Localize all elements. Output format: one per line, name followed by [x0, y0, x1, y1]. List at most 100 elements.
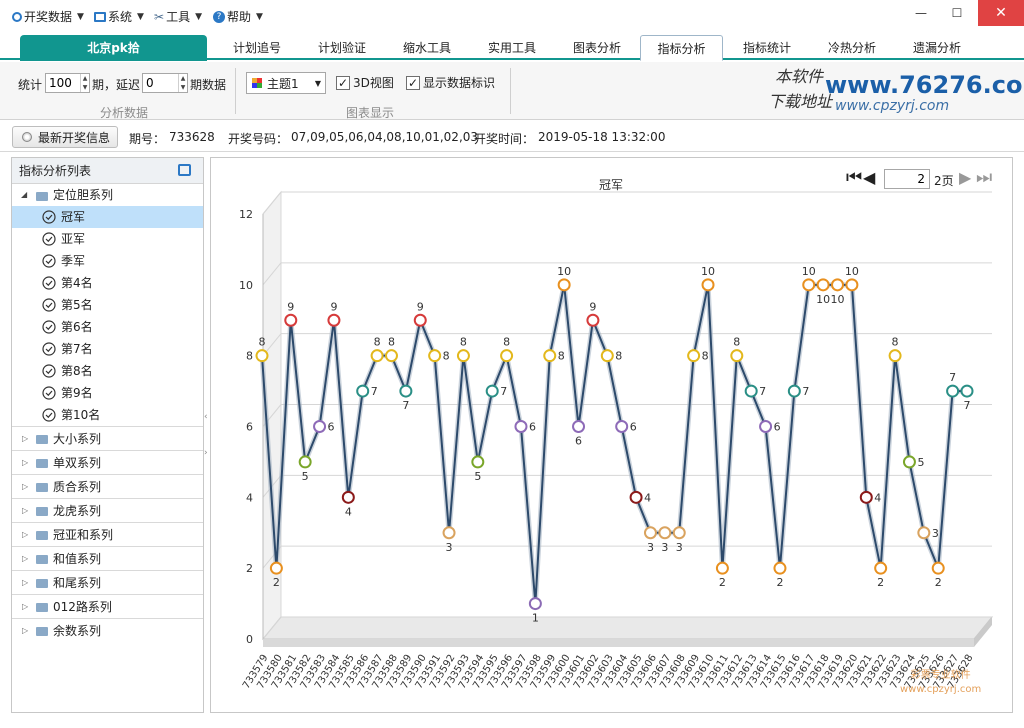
collapsed-triangle-icon: ▷ [22, 602, 29, 611]
tree-series-group[interactable]: ▷ 大小系列 [12, 426, 203, 450]
spin-down-icon[interactable]: ▼ [81, 83, 89, 92]
menu-tools[interactable]: ✂ 工具 ▼ [154, 8, 202, 26]
first-page-button[interactable]: ⏮ [846, 168, 862, 188]
watermark-line1: 彩票专业软件 [910, 670, 971, 681]
theme-select[interactable]: 主题1 ▼ [246, 72, 326, 94]
tree-series-group[interactable]: ▷ 单双系列 [12, 450, 203, 474]
chevron-right-icon[interactable]: › [204, 448, 208, 458]
tab-home[interactable]: 北京pk拾 [20, 35, 207, 61]
tree-series-label: 质合系列 [53, 480, 102, 494]
menu-open-data[interactable]: 开奖数据 ▼ [12, 8, 84, 26]
close-icon: ✕ [995, 5, 1007, 21]
tree-series-group[interactable]: ▷ 012路系列 [12, 594, 203, 618]
data-point [370, 349, 384, 363]
data-point [802, 278, 816, 292]
tree-item[interactable]: 第6名 [12, 316, 203, 338]
data-point [629, 490, 643, 504]
period-delay-label: 期，延迟 [92, 78, 141, 92]
data-label: 10 [816, 293, 830, 306]
data-point [773, 561, 787, 575]
data-point [313, 420, 327, 433]
data-point [715, 561, 729, 575]
data-label: 6 [630, 421, 637, 434]
menu-system[interactable]: 系统 ▼ [94, 8, 144, 26]
data-label: 8 [443, 350, 450, 363]
tree-item-label: 第5名 [61, 298, 93, 312]
data-label: 2 [273, 576, 280, 589]
tab-plan-chase[interactable]: 计划追号 [220, 35, 294, 61]
menu-help[interactable]: ? 帮助 ▼ [213, 8, 263, 26]
tab-plan-verify[interactable]: 计划验证 [305, 35, 379, 61]
latest-draw-button[interactable]: 最新开奖信息 [12, 126, 118, 148]
tree-series-group[interactable]: ▷ 龙虎系列 [12, 498, 203, 522]
tree-group-position[interactable]: ◢ 定位胆系列 [12, 184, 203, 206]
tree-item[interactable]: 第9名 [12, 382, 203, 404]
data-point [917, 526, 931, 540]
stat-periods-input[interactable] [46, 74, 81, 92]
data-point [816, 278, 830, 292]
tree-series-group[interactable]: ▷ 冠亚和系列 [12, 522, 203, 546]
tree-series-label: 龙虎系列 [53, 504, 102, 518]
chevron-down-icon: ▼ [137, 12, 144, 22]
tree-series-group[interactable]: ▷ 和尾系列 [12, 570, 203, 594]
stat-periods-stepper[interactable]: ▲▼ [45, 73, 90, 93]
data-label: 3 [932, 527, 939, 540]
data-point [744, 384, 758, 398]
copy-icon[interactable] [178, 164, 191, 176]
data-point [384, 349, 398, 363]
tab-omission[interactable]: 遗漏分析 [900, 35, 974, 61]
collapsed-triangle-icon: ▷ [22, 554, 29, 563]
collapsed-triangle-icon: ▷ [22, 434, 29, 443]
view3d-checkbox[interactable]: ✓ 3D视图 [336, 74, 394, 91]
delay-input[interactable] [143, 74, 179, 92]
data-label: 6 [774, 421, 781, 434]
tab-indicator-stats[interactable]: 指标统计 [730, 35, 804, 61]
draw-time-value: 2019-05-18 13:32:00 [538, 130, 666, 144]
prev-page-button[interactable]: ◀ [863, 168, 875, 188]
tree-item[interactable]: 第10名 [12, 404, 203, 426]
watermark: 彩票专业软件 www.cpzyrj.com [900, 669, 981, 697]
tree-item[interactable]: 第8名 [12, 360, 203, 382]
spin-up-icon[interactable]: ▲ [81, 74, 89, 83]
data-point [413, 313, 427, 327]
menu-help-label: 帮助 [227, 10, 252, 24]
spin-down-icon[interactable]: ▼ [179, 83, 187, 92]
tab-hot-cold[interactable]: 冷热分析 [815, 35, 889, 61]
page-number-input[interactable] [884, 169, 930, 189]
data-point [946, 384, 960, 398]
tree-item[interactable]: 季军 [12, 250, 203, 272]
tree-series-label: 和值系列 [53, 552, 102, 566]
last-page-button[interactable]: ⏭ [976, 168, 992, 188]
tab-utility[interactable]: 实用工具 [475, 35, 549, 61]
data-label: 2 [935, 576, 942, 589]
tree-item[interactable]: 冠军 [12, 206, 203, 228]
tree-item[interactable]: 第7名 [12, 338, 203, 360]
menu-system-label: 系统 [108, 10, 133, 24]
close-button[interactable]: ✕ [978, 0, 1024, 26]
show-labels-checkbox[interactable]: ✓ 显示数据标识 [406, 74, 495, 91]
y-tick-label: 6 [246, 421, 253, 434]
folder-icon [36, 555, 48, 564]
spin-up-icon[interactable]: ▲ [179, 74, 187, 83]
maximize-button[interactable]: ☐ [940, 0, 974, 26]
tab-indicator-analysis[interactable]: 指标分析 [640, 35, 723, 61]
tree-item[interactable]: 亚军 [12, 228, 203, 250]
data-label: 4 [874, 491, 881, 504]
tab-shrink-tool[interactable]: 缩水工具 [390, 35, 464, 61]
tree-series-group[interactable]: ▷ 和值系列 [12, 546, 203, 570]
chevron-left-icon[interactable]: ‹ [204, 412, 208, 422]
tree-series-group[interactable]: ▷ 余数系列 [12, 618, 203, 642]
tab-chart-analysis[interactable]: 图表分析 [560, 35, 634, 61]
next-page-button[interactable]: ▶ [959, 168, 971, 188]
tools-icon: ✂ [154, 10, 165, 24]
tree-series-group[interactable]: ▷ 质合系列 [12, 474, 203, 498]
tree-item[interactable]: 第4名 [12, 272, 203, 294]
minimize-button[interactable]: — [904, 0, 938, 26]
data-label: 3 [676, 541, 683, 554]
tree-series: ▷ 大小系列 ▷ 单双系列 ▷ 质合系列 ▷ 龙虎系列 ▷ 冠亚和系列 ▷ 和值系列 ▷ 和尾系列 ▷ 012… [12, 426, 203, 642]
data-point [643, 526, 657, 540]
delay-stepper[interactable]: ▲▼ [142, 73, 188, 93]
tree-item[interactable]: 第5名 [12, 294, 203, 316]
data-point [931, 561, 945, 575]
clock-icon [42, 320, 56, 334]
